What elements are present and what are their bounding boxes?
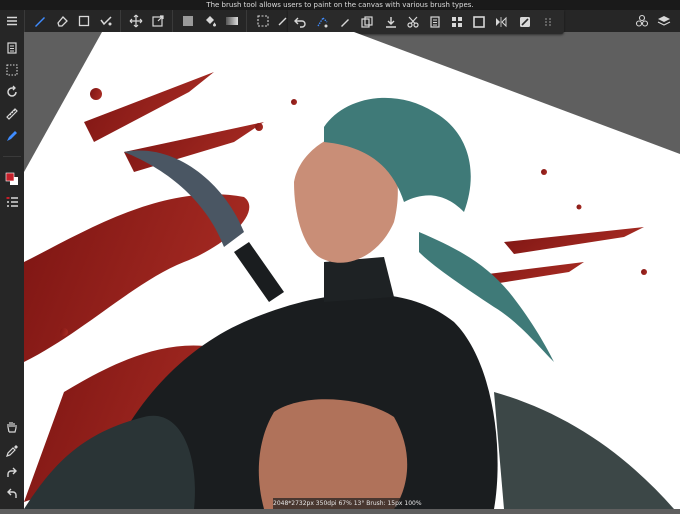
gradient-icon[interactable] [223, 12, 241, 30]
smudge-icon[interactable] [97, 12, 115, 30]
left-sidebar [0, 32, 24, 509]
fill-color-icon[interactable] [179, 12, 197, 30]
eraser-icon[interactable] [53, 12, 71, 30]
pages-icon[interactable] [3, 39, 21, 57]
toolbar-divider [24, 10, 25, 32]
move-icon[interactable] [127, 12, 145, 30]
drawing-canvas[interactable] [24, 32, 680, 509]
toolbar-divider [246, 10, 247, 32]
pen-tool-icon[interactable] [3, 127, 21, 145]
paste-icon[interactable] [426, 13, 444, 31]
undo-selection-icon[interactable] [291, 13, 309, 31]
color-swatch-icon[interactable] [3, 170, 21, 188]
canvas-status-text: 2048*2732px 350dpi 67% 13° Brush: 15px 1… [273, 500, 422, 507]
square-outline-icon[interactable] [75, 12, 93, 30]
redo-icon[interactable] [3, 464, 21, 482]
import-icon[interactable] [382, 13, 400, 31]
fill-selection-icon[interactable] [516, 13, 534, 31]
tool-hint-bar: The brush tool allows users to paint on … [0, 0, 680, 10]
flip-icon[interactable] [492, 13, 510, 31]
grid-icon[interactable] [448, 13, 466, 31]
sidebar-divider [3, 156, 21, 157]
copy-icon[interactable] [358, 13, 376, 31]
rotate-icon[interactable] [3, 83, 21, 101]
hand-icon[interactable] [3, 418, 21, 436]
tool-hint-text: The brush tool allows users to paint on … [206, 1, 474, 9]
selection-launcher-bar [288, 10, 564, 34]
ruler-icon[interactable] [3, 105, 21, 123]
canvas-status-bar: 2048*2732px 350dpi 67% 13° Brush: 15px 1… [273, 498, 422, 509]
bucket-icon[interactable] [201, 12, 219, 30]
transform-icon[interactable] [149, 12, 167, 30]
select-dotted-icon[interactable] [3, 61, 21, 79]
selection-rect-icon[interactable] [254, 12, 272, 30]
undo-icon[interactable] [3, 485, 21, 503]
lasso-icon[interactable] [313, 13, 331, 31]
frame-icon[interactable] [470, 13, 488, 31]
drag-handle-icon[interactable] [539, 13, 557, 31]
eyedropper-icon[interactable] [3, 442, 21, 460]
list-icon[interactable] [3, 193, 21, 211]
brush-icon[interactable] [31, 12, 49, 30]
cut-icon[interactable] [404, 13, 422, 31]
layers-icon[interactable] [655, 12, 673, 30]
menu-icon[interactable] [3, 12, 21, 30]
pen-icon[interactable] [336, 13, 354, 31]
canvas-artwork [24, 32, 680, 509]
materials-icon[interactable] [633, 12, 651, 30]
toolbar-divider [172, 10, 173, 32]
toolbar-divider [120, 10, 121, 32]
